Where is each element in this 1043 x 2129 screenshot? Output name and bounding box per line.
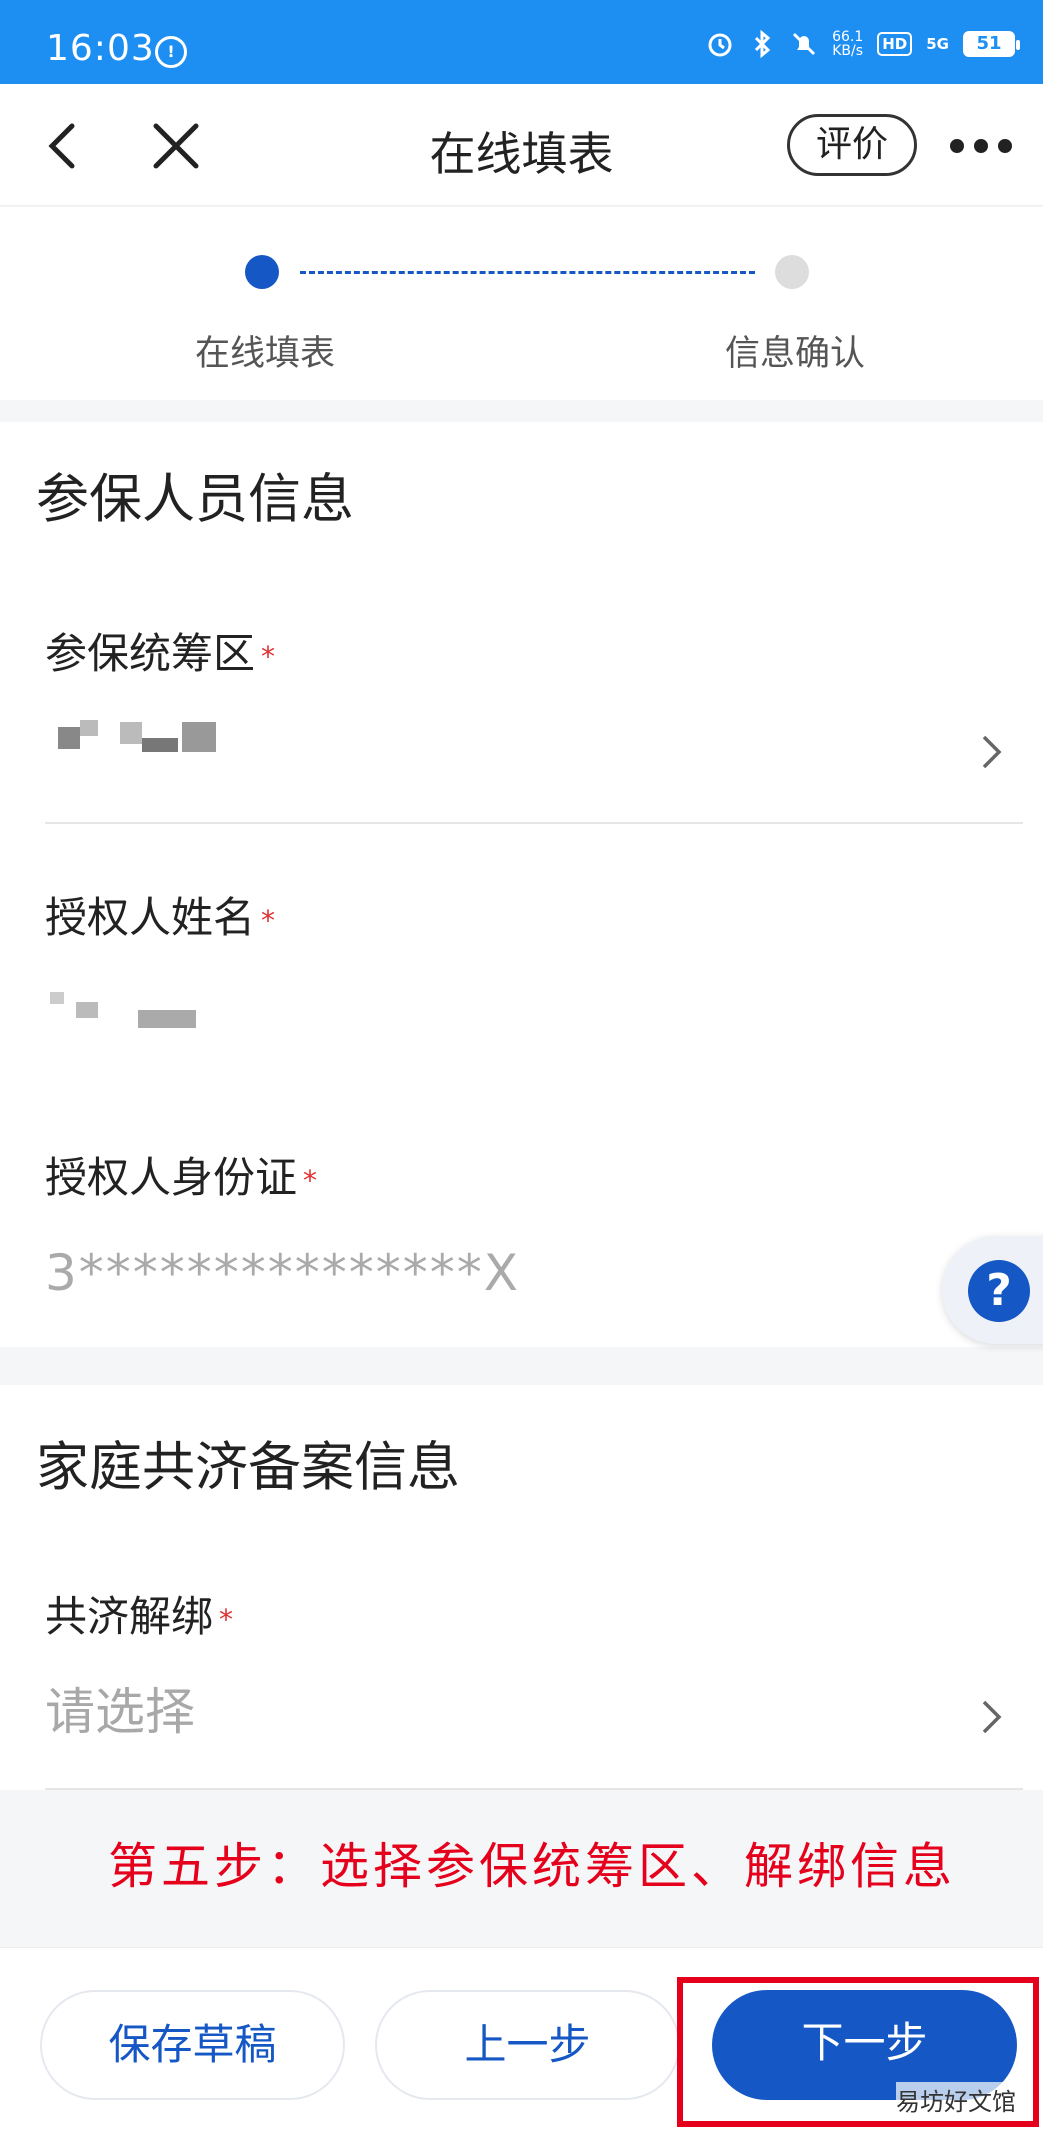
bluetooth-icon	[755, 30, 771, 58]
unbind-select[interactable]: 请选择	[0, 1667, 1043, 1767]
step-connector	[300, 271, 755, 274]
blurred-value	[120, 722, 142, 744]
chevron-right-icon	[982, 1700, 1002, 1734]
help-icon: ?	[968, 1260, 1030, 1322]
field-label-name: 授权人姓名 *	[45, 893, 276, 942]
blurred-value	[58, 727, 80, 749]
insured-info-section: 参保人员信息 参保统筹区 * 授权人姓名 * 授权人身份证 * 3**********…	[0, 422, 1043, 1347]
mute-bell-icon	[793, 32, 816, 56]
section-title-family: 家庭共济备案信息	[36, 1437, 460, 1498]
alarm-icon	[708, 33, 732, 57]
unbind-placeholder: 请选择	[45, 1683, 195, 1741]
blurred-value	[142, 738, 178, 752]
region-select[interactable]	[0, 702, 1043, 802]
help-button[interactable]: ?	[942, 1236, 1043, 1344]
divider	[45, 1788, 1023, 1790]
network-speed: 66.1 KB/s	[832, 29, 864, 59]
more-icon[interactable]	[950, 139, 1012, 153]
stepper: 在线填表 信息确认	[0, 207, 1043, 400]
name-field[interactable]	[0, 982, 1043, 1072]
field-label-unbind: 共济解绑 *	[45, 1592, 234, 1641]
family-aid-section: 家庭共济备案信息 共济解绑 * 请选择	[0, 1385, 1043, 1790]
step-dot-active	[245, 255, 279, 289]
field-label-region: 参保统筹区 *	[45, 629, 276, 678]
blurred-value	[76, 1002, 98, 1018]
prev-step-button[interactable]: 上一步	[375, 1990, 680, 2100]
blurred-value	[138, 1010, 196, 1028]
notification-icon: !	[155, 36, 187, 68]
section-title-insured: 参保人员信息	[36, 469, 354, 530]
blurred-value	[80, 720, 98, 736]
hd-icon: HD	[877, 32, 913, 56]
nav-bar: 在线填表 评价	[0, 84, 1043, 206]
chevron-right-icon	[982, 735, 1002, 769]
step-dot-inactive	[775, 255, 809, 289]
save-draft-button[interactable]: 保存草稿	[40, 1990, 345, 2100]
rate-button[interactable]: 评价	[787, 114, 917, 176]
status-bar: 16:03 ! 66.1 KB/s HD 5G 51	[0, 0, 1043, 84]
status-time: 16:03	[46, 28, 155, 69]
divider	[45, 822, 1023, 824]
signal-icon: 5G	[926, 35, 949, 53]
battery-icon: 51	[963, 31, 1020, 57]
blurred-value	[50, 992, 64, 1004]
status-icons: 66.1 KB/s HD 5G 51	[706, 29, 1020, 59]
step-label-fill-form: 在线填表	[194, 334, 335, 374]
step-annotation: 第五步：选择参保统筹区、解绑信息	[108, 1838, 957, 1895]
field-label-id: 授权人身份证 *	[45, 1153, 318, 1202]
id-number-field[interactable]: 3***************X	[45, 1244, 520, 1302]
blurred-value	[182, 722, 216, 752]
watermark: 易坊好文馆	[896, 2082, 1016, 2117]
step-label-confirm: 信息确认	[724, 334, 865, 374]
